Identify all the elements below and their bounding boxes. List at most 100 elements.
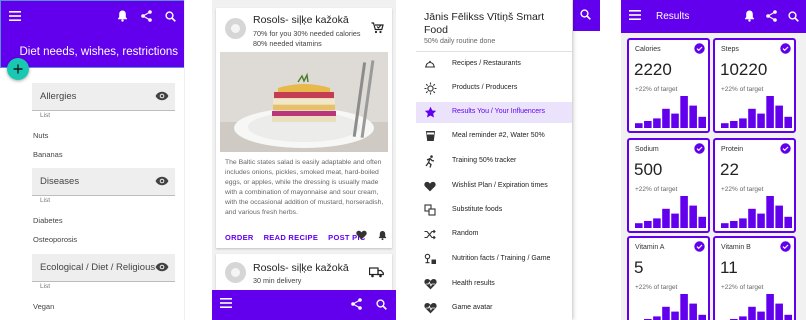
recipe-card[interactable]: Rosols- siļķe kažokā 70% for you 30% nee… bbox=[216, 8, 392, 248]
navigation-drawer: Jānis Fēlikss Vītiņš Smart Food 50% dail… bbox=[416, 0, 572, 320]
stat-bar bbox=[698, 216, 706, 228]
stat-bar bbox=[775, 303, 783, 320]
recipe-card[interactable]: Rosols- siļķe kažokā 30 min delivery bbox=[216, 254, 392, 290]
drawer-item-training[interactable]: Training 50% tracker bbox=[416, 151, 572, 172]
eye-icon[interactable] bbox=[155, 262, 169, 272]
drawer-item-label: Results You / Your Influencers bbox=[452, 108, 546, 115]
list-item[interactable]: Diabetes bbox=[33, 216, 63, 225]
list-item[interactable]: Osteoporosis bbox=[33, 235, 77, 244]
stat-bar bbox=[662, 306, 670, 320]
stat-bar bbox=[766, 196, 774, 228]
drawer-item-wishlist[interactable]: Wishlist Plan / Expiration times bbox=[416, 176, 572, 197]
stat-bar bbox=[766, 96, 774, 128]
app-showcase: Diet needs, wishes, restrictions Allergi… bbox=[0, 0, 806, 320]
cup-icon bbox=[423, 129, 437, 143]
check-circle-icon[interactable] bbox=[780, 43, 791, 54]
allergies-field[interactable]: Allergies bbox=[32, 83, 175, 111]
list-item[interactable]: Vegan bbox=[33, 302, 54, 311]
add-fab-button[interactable] bbox=[7, 58, 29, 80]
ecological-diet-religious-field[interactable]: Ecological / Diet / Religious bbox=[32, 254, 175, 282]
top-app-bar bbox=[573, 0, 600, 31]
drawer-item-health-results[interactable]: Health results bbox=[416, 274, 572, 295]
check-circle-icon[interactable] bbox=[694, 43, 705, 54]
share-icon[interactable] bbox=[351, 298, 362, 310]
recipe-subtitle: 30 min delivery bbox=[253, 276, 302, 285]
drawer-item-substitute[interactable]: Substitute foods bbox=[416, 200, 572, 221]
list-item[interactable]: Bananas bbox=[33, 150, 63, 159]
star-icon bbox=[423, 105, 437, 119]
stat-bar bbox=[662, 208, 670, 228]
stat-bar bbox=[680, 294, 688, 320]
read-recipe-button[interactable]: READ RECIPE bbox=[264, 233, 319, 242]
divider bbox=[416, 51, 572, 52]
stat-card-vitamin-b[interactable]: Vitamin B 11 +22% of target bbox=[713, 236, 796, 320]
delivery-truck-icon[interactable] bbox=[369, 267, 384, 278]
bell-icon[interactable] bbox=[117, 10, 128, 22]
search-icon[interactable] bbox=[376, 298, 387, 310]
drawer-header-subtitle: 50% daily routine done bbox=[424, 38, 496, 45]
drawer-item-label: Random bbox=[452, 230, 479, 237]
stat-bar bbox=[748, 208, 756, 228]
eye-icon[interactable] bbox=[155, 176, 169, 186]
stat-card-steps[interactable]: Steps 10220 +22% of target bbox=[713, 38, 796, 133]
stat-bar bbox=[680, 96, 688, 128]
check-circle-icon[interactable] bbox=[780, 241, 791, 252]
helper-text: List bbox=[40, 112, 51, 119]
stat-bar bbox=[748, 108, 756, 128]
stat-bar bbox=[757, 213, 765, 228]
diseases-field[interactable]: Diseases bbox=[32, 168, 175, 196]
cart-icon[interactable] bbox=[371, 22, 384, 34]
bell-icon[interactable] bbox=[378, 230, 387, 241]
check-circle-icon[interactable] bbox=[694, 143, 705, 154]
stat-bar bbox=[748, 306, 756, 320]
stat-bar bbox=[739, 316, 747, 320]
drawer-item-label: Training 50% tracker bbox=[452, 157, 517, 164]
drawer-item-recipes[interactable]: Recipes / Restaurants bbox=[416, 54, 572, 75]
drawer-item-label: Products / Producers bbox=[452, 84, 518, 91]
menu-icon[interactable] bbox=[220, 298, 232, 308]
check-circle-icon[interactable] bbox=[780, 143, 791, 154]
menu-icon[interactable] bbox=[629, 10, 641, 20]
top-app-bar: Results bbox=[621, 0, 806, 33]
search-icon[interactable] bbox=[580, 9, 591, 20]
stat-label: Vitamin B bbox=[721, 244, 751, 251]
drawer-item-label: Meal reminder #2, Water 50% bbox=[452, 132, 545, 139]
search-icon[interactable] bbox=[788, 10, 799, 22]
stat-card-protein[interactable]: Protein 22 +22% of target bbox=[713, 138, 796, 233]
order-button[interactable]: ORDER bbox=[225, 233, 254, 242]
drawer-header-name: Jānis Fēlikss Vītiņš Smart Food bbox=[424, 11, 544, 37]
stat-bar bbox=[662, 108, 670, 128]
stat-value: 500 bbox=[634, 160, 663, 179]
menu-icon[interactable] bbox=[9, 11, 21, 21]
share-icon[interactable] bbox=[766, 10, 777, 22]
drawer-item-products[interactable]: Products / Producers bbox=[416, 78, 572, 99]
eye-icon[interactable] bbox=[155, 91, 169, 101]
list-item[interactable]: Nuts bbox=[33, 131, 48, 140]
stat-bar bbox=[689, 205, 697, 228]
heart-icon[interactable] bbox=[356, 230, 367, 240]
sun-icon bbox=[423, 81, 437, 95]
stat-bar bbox=[653, 316, 661, 320]
field-label: Ecological / Diet / Religious bbox=[40, 262, 156, 273]
drawer-item-meal-reminder[interactable]: Meal reminder #2, Water 50% bbox=[416, 126, 572, 147]
bell-icon[interactable] bbox=[744, 10, 755, 22]
stat-bar bbox=[784, 314, 792, 320]
drawer-item-game-avatar[interactable]: Game avatar bbox=[416, 298, 572, 319]
search-icon[interactable] bbox=[165, 10, 176, 22]
stat-card-calories[interactable]: Calories 2220 +22% of target bbox=[627, 38, 710, 133]
cloche-icon bbox=[423, 57, 437, 71]
stat-bar bbox=[689, 105, 697, 128]
avatar-heart-icon bbox=[423, 301, 437, 315]
recipe-title: Rosols- siļķe kažokā bbox=[253, 262, 349, 274]
helper-text: List bbox=[40, 283, 51, 290]
stat-card-vitamin-a[interactable]: Vitamin A 5 +22% of target bbox=[627, 236, 710, 320]
drawer-item-nutrition-facts[interactable]: Nutrition facts / Training / Game bbox=[416, 249, 572, 270]
stat-card-sodium[interactable]: Sodium 500 +22% of target bbox=[627, 138, 710, 233]
stat-label: Calories bbox=[635, 46, 661, 53]
stat-bar bbox=[730, 220, 738, 228]
field-label: Diseases bbox=[40, 176, 80, 187]
drawer-item-results[interactable]: Results You / Your Influencers bbox=[416, 102, 572, 123]
share-icon[interactable] bbox=[141, 10, 152, 22]
check-circle-icon[interactable] bbox=[694, 241, 705, 252]
drawer-item-random[interactable]: Random bbox=[416, 224, 572, 245]
